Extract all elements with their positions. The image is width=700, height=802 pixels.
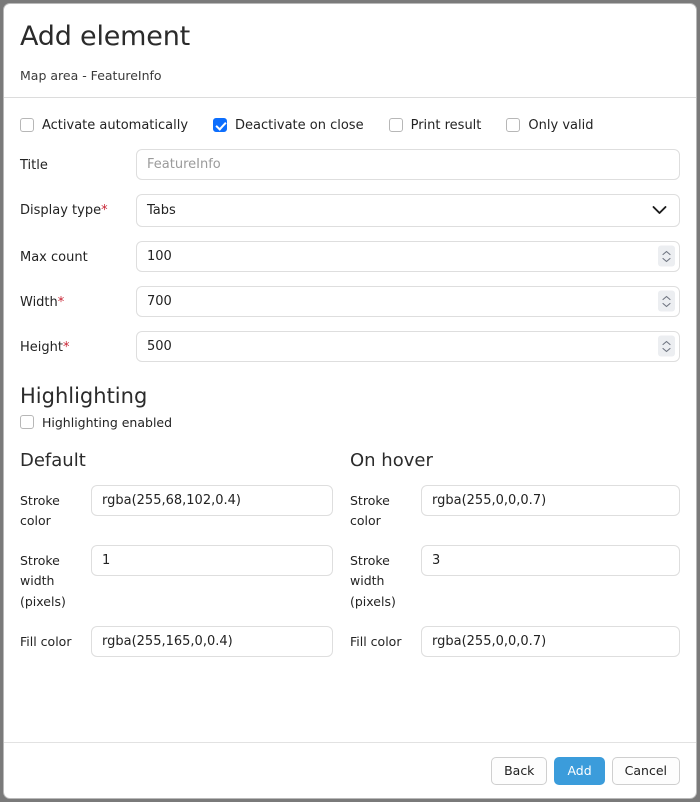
checkbox-label: Only valid — [528, 118, 593, 133]
field-label-display-type: Display type* — [20, 194, 136, 221]
field-row-width: Width* 700 — [20, 286, 680, 317]
checkbox-box[interactable] — [20, 118, 34, 132]
spinner-up-icon — [662, 340, 671, 345]
field-label-hover-stroke-width: Stroke width (pixels) — [350, 545, 421, 612]
required-marker: * — [58, 295, 65, 310]
add-button[interactable]: Add — [554, 757, 604, 785]
hover-stroke-width-input[interactable]: 3 — [421, 545, 680, 576]
back-button[interactable]: Back — [491, 757, 547, 785]
field-row-hover-fill-color: Fill color rgba(255,0,0,0.7) — [350, 626, 680, 657]
max-count-stepper[interactable] — [658, 246, 675, 267]
checkbox-deactivate-on-close[interactable]: Deactivate on close — [213, 118, 364, 133]
field-label-default-stroke-width: Stroke width (pixels) — [20, 545, 91, 612]
label-text: Width — [20, 295, 58, 310]
label-text: Max count — [20, 250, 88, 265]
height-input[interactable]: 500 — [136, 331, 680, 362]
label-text: Title — [20, 158, 48, 173]
field-row-max-count: Max count 100 — [20, 241, 680, 272]
spinner-up-icon — [662, 250, 671, 255]
column-title-hover: On hover — [350, 450, 680, 471]
field-control-width: 700 — [136, 286, 680, 317]
field-label-hover-fill-color: Fill color — [350, 626, 421, 652]
add-element-dialog: Add element Map area - FeatureInfo Activ… — [3, 3, 697, 799]
dialog-body: Activate automatically Deactivate on clo… — [4, 98, 696, 742]
field-row-title: Title FeatureInfo — [20, 149, 680, 180]
default-fill-color-input[interactable]: rgba(255,165,0,0.4) — [91, 626, 333, 657]
field-row-default-fill-color: Fill color rgba(255,165,0,0.4) — [20, 626, 350, 657]
checkbox-print-result[interactable]: Print result — [389, 118, 482, 133]
field-label-width: Width* — [20, 286, 136, 313]
field-label-max-count: Max count — [20, 241, 136, 268]
highlighting-column-default: Default Stroke color rgba(255,68,102,0.4… — [20, 450, 350, 671]
width-input[interactable]: 700 — [136, 286, 680, 317]
display-type-select[interactable]: Tabs — [136, 194, 680, 227]
checkbox-highlighting-enabled[interactable]: Highlighting enabled — [20, 415, 680, 430]
field-control-hover-fill-color: rgba(255,0,0,0.7) — [421, 626, 680, 657]
field-row-default-stroke-color: Stroke color rgba(255,68,102,0.4) — [20, 485, 350, 532]
max-count-input[interactable]: 100 — [136, 241, 680, 272]
checkbox-label: Print result — [411, 118, 482, 133]
default-stroke-color-input[interactable]: rgba(255,68,102,0.4) — [91, 485, 333, 516]
checkbox-box[interactable] — [213, 118, 227, 132]
field-control-hover-stroke-color: rgba(255,0,0,0.7) — [421, 485, 680, 516]
checkbox-label: Activate automatically — [42, 118, 188, 133]
field-label-default-stroke-color: Stroke color — [20, 485, 91, 532]
field-control-max-count: 100 — [136, 241, 680, 272]
required-marker: * — [63, 340, 70, 355]
spinner-up-icon — [662, 295, 671, 300]
highlighting-column-hover: On hover Stroke color rgba(255,0,0,0.7) … — [350, 450, 680, 671]
checkbox-only-valid[interactable]: Only valid — [506, 118, 593, 133]
checkbox-label: Deactivate on close — [235, 118, 364, 133]
field-control-display-type: Tabs — [136, 194, 680, 227]
field-control-default-stroke-width: 1 — [91, 545, 350, 576]
dialog-header: Add element Map area - FeatureInfo — [4, 4, 696, 97]
page-title: Add element — [20, 22, 680, 52]
checkbox-label: Highlighting enabled — [42, 415, 172, 430]
field-label-hover-stroke-color: Stroke color — [350, 485, 421, 532]
column-title-default: Default — [20, 450, 350, 471]
spinner-down-icon — [662, 302, 671, 307]
field-control-height: 500 — [136, 331, 680, 362]
label-text: Display type — [20, 203, 101, 218]
title-input[interactable]: FeatureInfo — [136, 149, 680, 180]
field-label-height: Height* — [20, 331, 136, 358]
options-row: Activate automatically Deactivate on clo… — [20, 118, 680, 133]
width-stepper[interactable] — [658, 291, 675, 312]
field-control-default-fill-color: rgba(255,165,0,0.4) — [91, 626, 350, 657]
field-control-hover-stroke-width: 3 — [421, 545, 680, 576]
spinner-down-icon — [662, 347, 671, 352]
label-text: Height — [20, 340, 63, 355]
checkbox-box[interactable] — [389, 118, 403, 132]
field-row-hover-stroke-width: Stroke width (pixels) 3 — [350, 545, 680, 612]
hover-fill-color-input[interactable]: rgba(255,0,0,0.7) — [421, 626, 680, 657]
checkbox-box[interactable] — [20, 415, 34, 429]
height-stepper[interactable] — [658, 336, 675, 357]
highlighting-columns: Default Stroke color rgba(255,68,102,0.4… — [20, 450, 680, 671]
checkbox-activate-automatically[interactable]: Activate automatically — [20, 118, 188, 133]
field-label-title: Title — [20, 149, 136, 176]
field-row-height: Height* 500 — [20, 331, 680, 362]
spinner-down-icon — [662, 257, 671, 262]
checkbox-box[interactable] — [506, 118, 520, 132]
field-control-title: FeatureInfo — [136, 149, 680, 180]
field-row-display-type: Display type* Tabs — [20, 194, 680, 227]
field-row-default-stroke-width: Stroke width (pixels) 1 — [20, 545, 350, 612]
cancel-button[interactable]: Cancel — [612, 757, 680, 785]
hover-stroke-color-input[interactable]: rgba(255,0,0,0.7) — [421, 485, 680, 516]
field-control-default-stroke-color: rgba(255,68,102,0.4) — [91, 485, 350, 516]
dialog-footer: Back Add Cancel — [4, 743, 696, 798]
default-stroke-width-input[interactable]: 1 — [91, 545, 333, 576]
highlighting-section-title: Highlighting — [20, 384, 680, 408]
required-marker: * — [101, 203, 108, 218]
field-label-default-fill-color: Fill color — [20, 626, 91, 652]
field-row-hover-stroke-color: Stroke color rgba(255,0,0,0.7) — [350, 485, 680, 532]
dialog-subtitle: Map area - FeatureInfo — [20, 68, 680, 83]
